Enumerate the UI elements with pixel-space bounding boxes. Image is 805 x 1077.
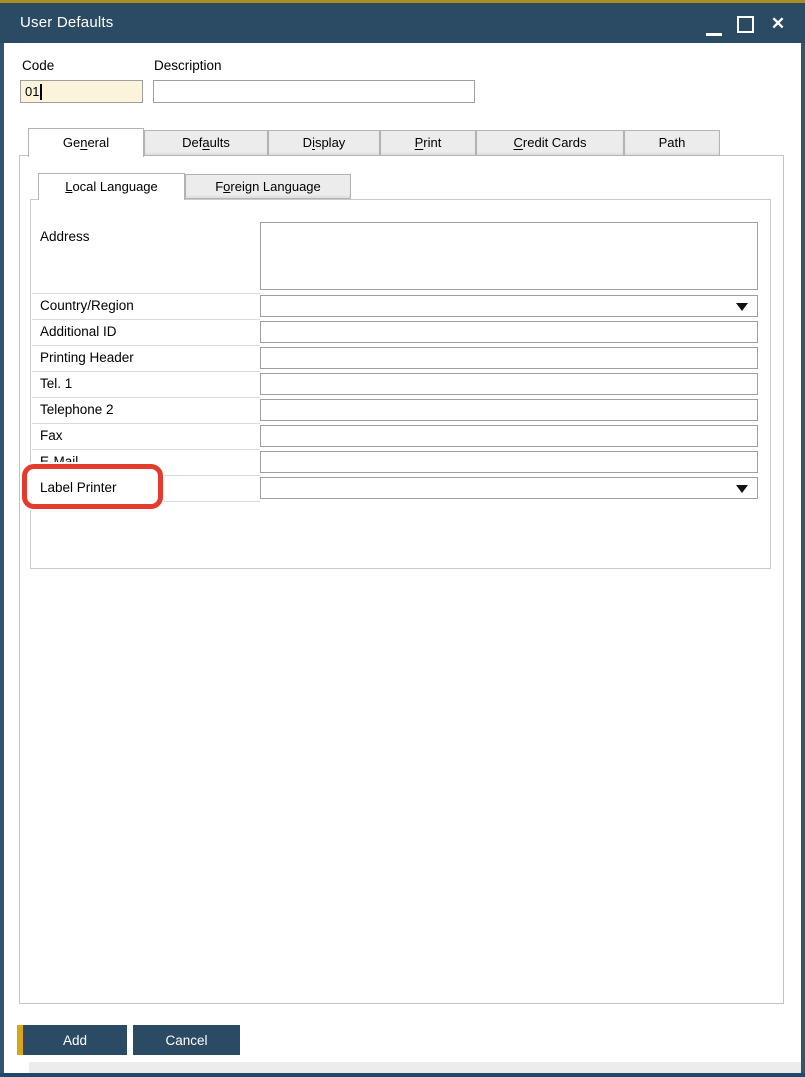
chevron-down-icon xyxy=(736,303,748,311)
tab-general[interactable]: General xyxy=(28,128,144,157)
fax-input[interactable] xyxy=(260,425,758,447)
fax-label: Fax xyxy=(40,428,63,443)
window-border xyxy=(0,1073,805,1077)
tab-display[interactable]: Display xyxy=(268,130,380,156)
country-region-dropdown[interactable] xyxy=(260,295,758,317)
tab-defaults[interactable]: Defaults xyxy=(144,130,268,156)
titlebar: User Defaults ✕ xyxy=(0,3,805,43)
tel1-label: Tel. 1 xyxy=(40,376,72,391)
code-input[interactable] xyxy=(20,80,143,103)
add-button[interactable]: Add xyxy=(17,1025,127,1055)
main-tab-strip: General Defaults Display Print Credit Ca… xyxy=(28,128,720,156)
telephone2-label: Telephone 2 xyxy=(40,402,114,417)
tab-path[interactable]: Path xyxy=(624,130,720,156)
description-input[interactable] xyxy=(153,80,475,103)
additional-id-label: Additional ID xyxy=(40,324,117,339)
row-separator xyxy=(32,371,260,372)
code-label: Code xyxy=(22,58,54,73)
country-region-label: Country/Region xyxy=(40,298,134,313)
telephone2-input[interactable] xyxy=(260,399,758,421)
row-separator xyxy=(32,423,260,424)
tab-print[interactable]: Print xyxy=(380,130,476,156)
description-label: Description xyxy=(154,58,222,73)
tab-local-language[interactable]: Local Language xyxy=(38,173,185,200)
address-input[interactable] xyxy=(260,222,758,290)
tab-foreign-language[interactable]: Foreign Language xyxy=(185,174,351,199)
label-printer-dropdown[interactable] xyxy=(260,477,758,499)
annotation-highlight-rectangle xyxy=(22,464,163,509)
language-tab-strip: Local Language Foreign Language xyxy=(38,173,351,199)
tel1-input[interactable] xyxy=(260,373,758,395)
window-title: User Defaults xyxy=(20,3,113,43)
chevron-down-icon xyxy=(736,485,748,493)
row-separator xyxy=(32,319,260,320)
address-label: Address xyxy=(40,229,90,244)
minimize-icon[interactable] xyxy=(706,33,722,36)
row-separator xyxy=(32,345,260,346)
printing-header-label: Printing Header xyxy=(40,350,134,365)
bottom-resize-strip xyxy=(29,1062,801,1073)
window-border xyxy=(801,43,805,1077)
row-separator xyxy=(32,397,260,398)
additional-id-input[interactable] xyxy=(260,321,758,343)
window-border xyxy=(0,43,4,1077)
email-input[interactable] xyxy=(260,451,758,473)
row-separator xyxy=(32,449,260,450)
close-icon[interactable]: ✕ xyxy=(767,11,789,37)
text-cursor xyxy=(40,84,42,100)
row-separator xyxy=(32,293,260,294)
printing-header-input[interactable] xyxy=(260,347,758,369)
user-defaults-window: User Defaults ✕ Code Description General… xyxy=(0,0,805,1077)
tab-credit-cards[interactable]: Credit Cards xyxy=(476,130,624,156)
cancel-button[interactable]: Cancel xyxy=(133,1025,240,1055)
maximize-icon[interactable] xyxy=(737,16,754,33)
